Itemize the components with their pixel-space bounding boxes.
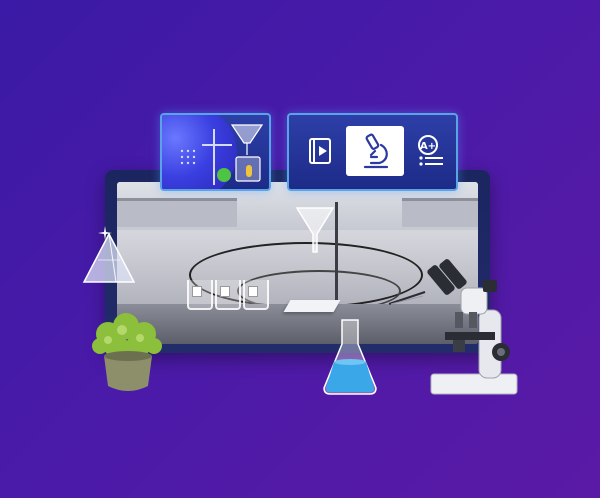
lab-scene-screen[interactable]: [117, 182, 478, 344]
lab-counter-left: [117, 198, 237, 227]
thumbnail-lab-setup: [180, 124, 264, 185]
lab-stand-rod: [335, 202, 338, 304]
experiment-thumbnail-panel[interactable]: [160, 113, 271, 191]
beaker-3[interactable]: [243, 280, 269, 310]
lab-counter-right: [402, 198, 478, 227]
microscope-model[interactable]: [425, 252, 525, 397]
erlenmeyer-flask-icon[interactable]: [322, 318, 378, 396]
microscope-icon: [363, 133, 389, 169]
slide-tray-icon: [388, 291, 426, 305]
grade-list-icon: A+: [418, 135, 443, 166]
play-video-icon: [309, 138, 331, 164]
assessment-mode-button[interactable]: A+: [407, 126, 455, 176]
lab-stand-base[interactable]: [283, 300, 341, 312]
beaker-2[interactable]: [215, 280, 241, 310]
beaker-1[interactable]: [187, 280, 213, 310]
video-mode-button[interactable]: [297, 126, 345, 176]
potted-plant-icon: [92, 313, 162, 391]
sparkle-icon: [98, 226, 112, 240]
funnel-icon[interactable]: [295, 204, 335, 256]
microscope-mode-button[interactable]: [346, 126, 404, 176]
mode-selector-panel: A+: [287, 113, 458, 191]
assessment-badge: A+: [420, 141, 436, 152]
